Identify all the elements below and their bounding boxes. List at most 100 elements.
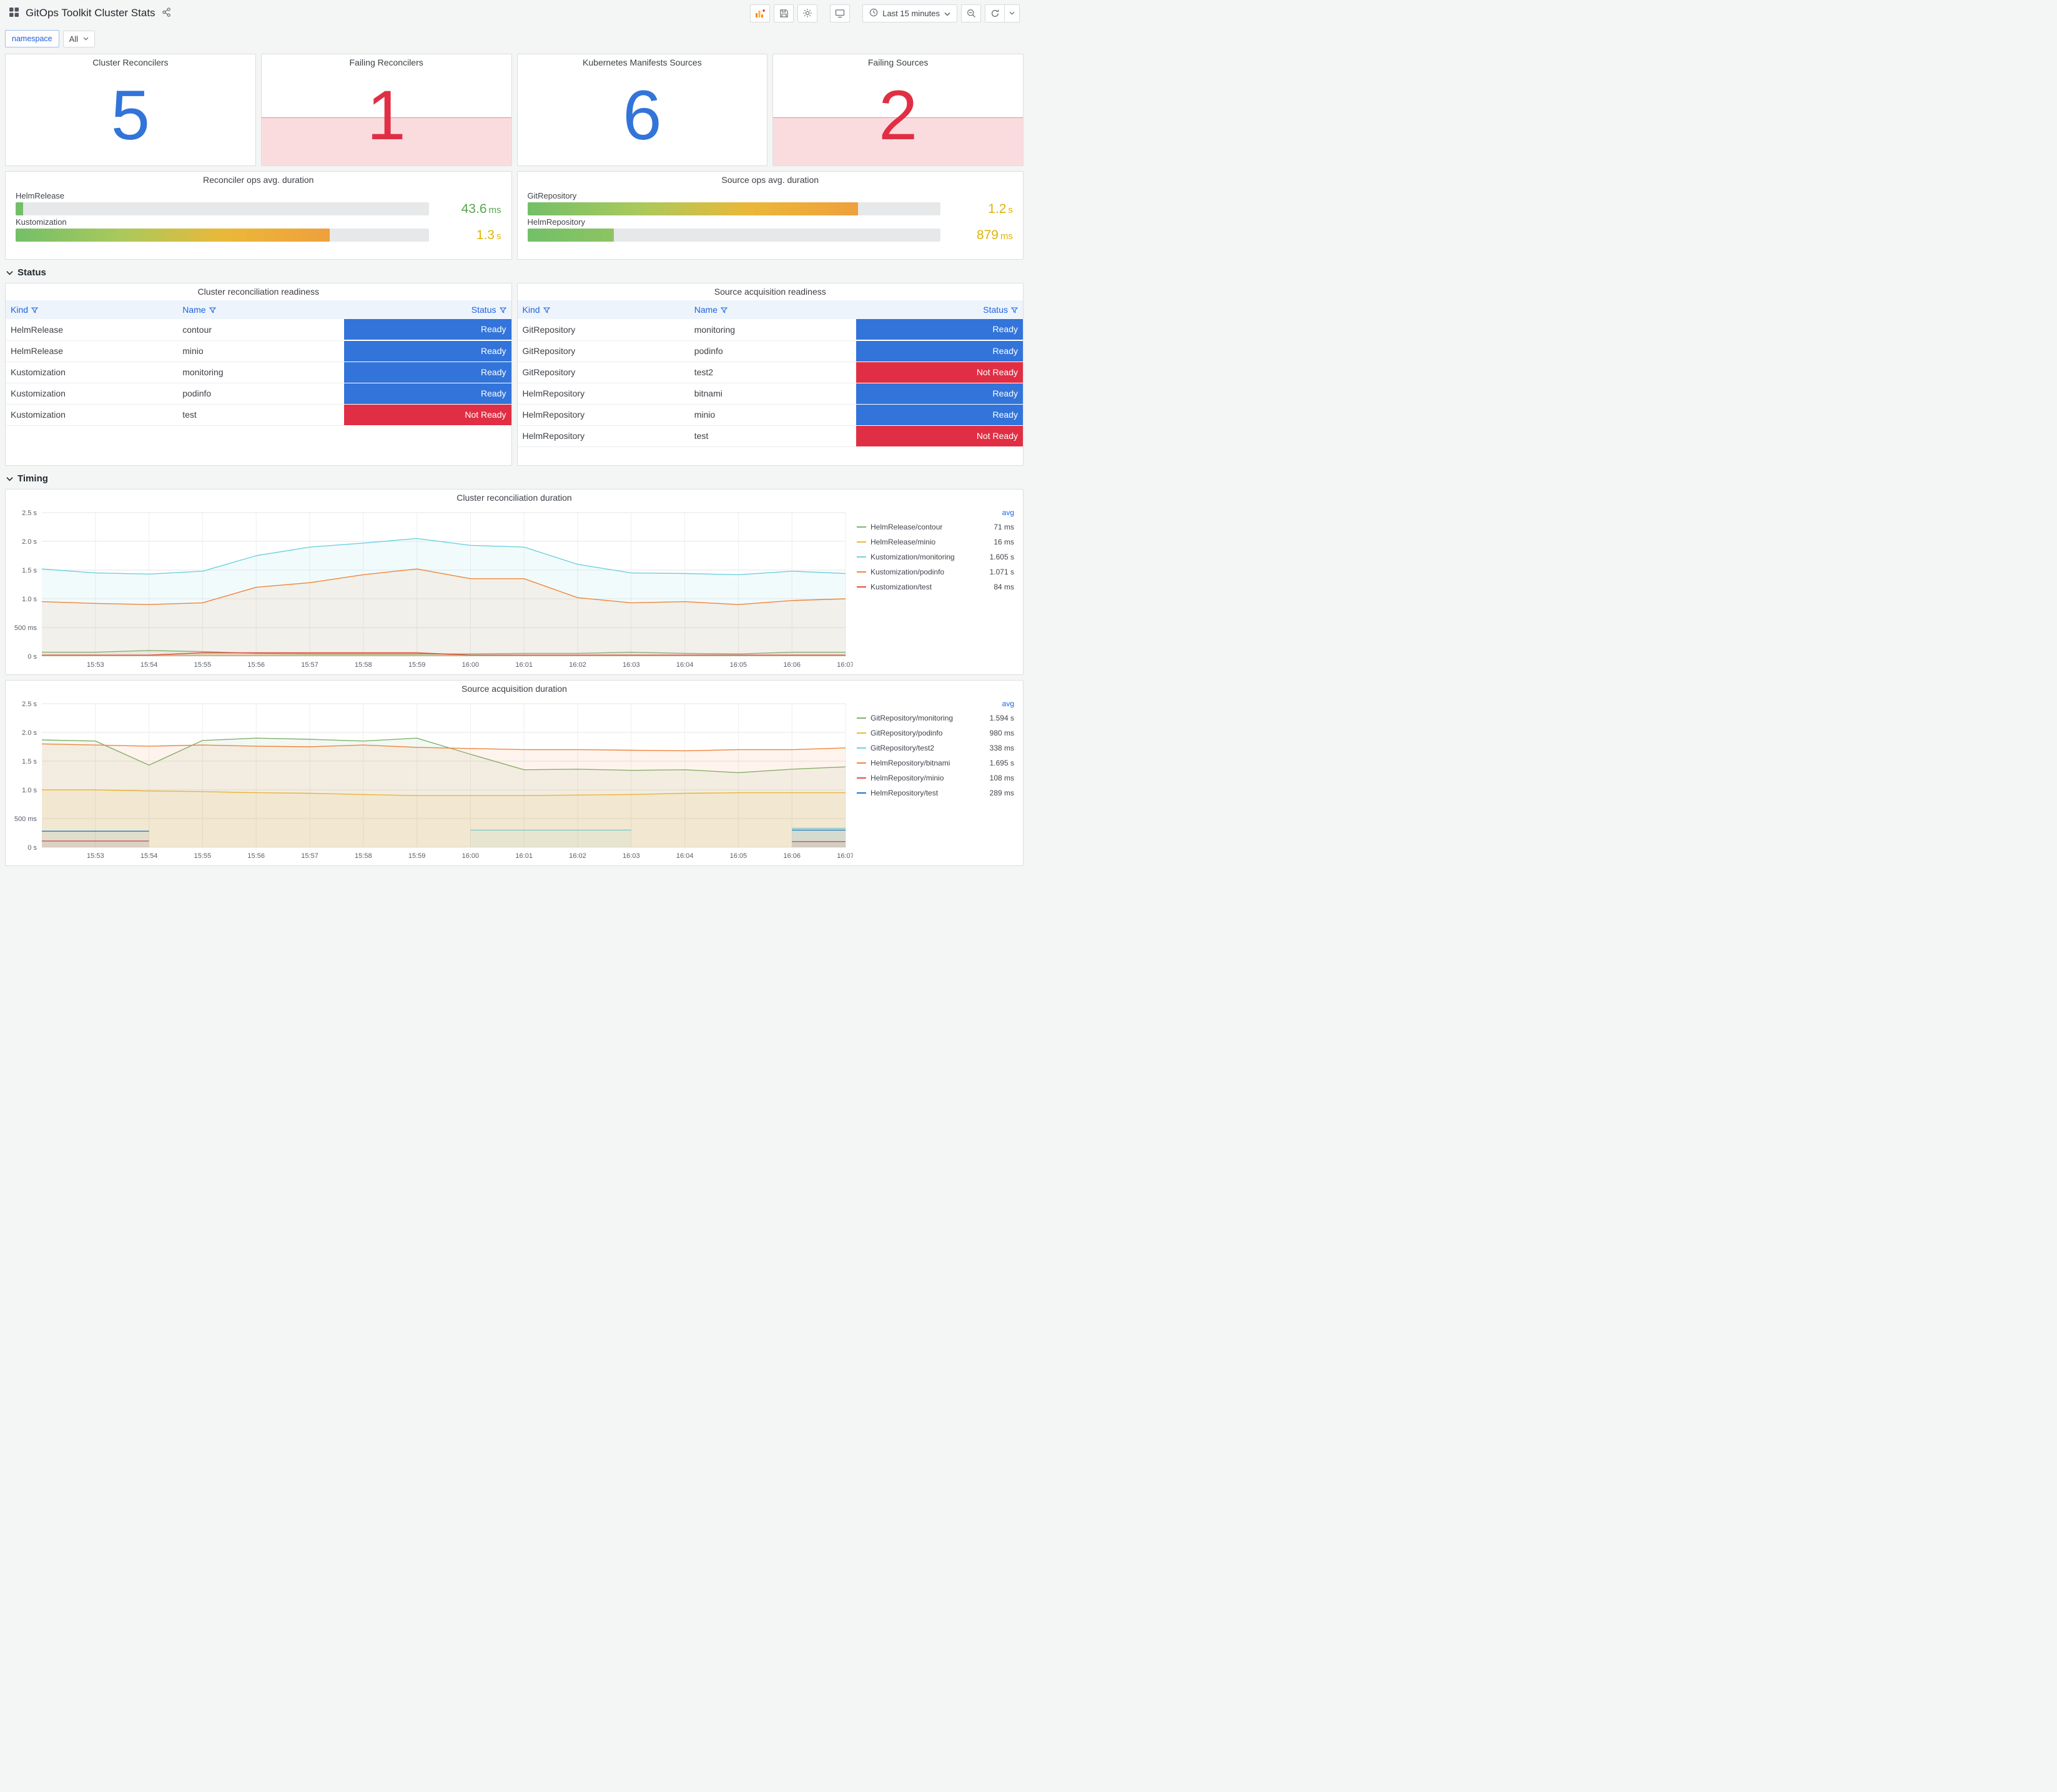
- section-title: Status: [17, 267, 46, 278]
- legend-item[interactable]: HelmRepository/minio 108 ms: [857, 770, 1014, 785]
- stat-value: 6: [623, 76, 662, 154]
- table-row: HelmRelease minio Ready: [6, 340, 511, 362]
- cell-name: podinfo: [689, 340, 856, 362]
- legend-item[interactable]: GitRepository/monitoring 1.594 s: [857, 711, 1014, 726]
- cell-name: minio: [689, 404, 856, 426]
- series-name: Kustomization/test: [871, 583, 932, 591]
- legend-item[interactable]: HelmRelease/contour 71 ms: [857, 519, 1014, 534]
- clock-icon: [869, 8, 878, 19]
- legend-item[interactable]: Kustomization/monitoring 1.605 s: [857, 549, 1014, 564]
- cell-kind: Kustomization: [6, 404, 178, 426]
- panel-title[interactable]: Cluster reconciliation duration: [6, 490, 1023, 506]
- panel-title[interactable]: Reconciler ops avg. duration: [6, 172, 511, 189]
- time-series-plot[interactable]: 0 s 500 ms 1.0 s 1.5 s 2.0 s 2.5 s 15:53 15:54 1…: [8, 506, 854, 671]
- panel-title[interactable]: Kubernetes Manifests Sources: [518, 54, 767, 71]
- chevron-down-icon: [6, 270, 13, 275]
- column-header-name[interactable]: Name: [689, 300, 856, 319]
- legend-item[interactable]: HelmRepository/test 289 ms: [857, 785, 1014, 800]
- series-color-dash: [857, 571, 866, 573]
- svg-text:16:02: 16:02: [569, 852, 586, 860]
- legend-avg-header[interactable]: avg: [857, 697, 1014, 711]
- cell-kind: HelmRepository: [517, 425, 689, 447]
- share-icon[interactable]: [162, 7, 171, 19]
- section-row-status[interactable]: Status: [5, 261, 1024, 283]
- dashboard-title[interactable]: GitOps Toolkit Cluster Stats: [26, 7, 155, 19]
- gauge-label: HelmRepository: [527, 217, 585, 227]
- add-panel-button[interactable]: [750, 4, 771, 22]
- status-badge: Ready: [856, 340, 1023, 362]
- svg-text:2.0 s: 2.0 s: [22, 729, 37, 737]
- cell-name: contour: [177, 319, 345, 341]
- legend-item[interactable]: Kustomization/test 84 ms: [857, 579, 1014, 594]
- zoom-out-button[interactable]: [961, 4, 981, 22]
- svg-text:0 s: 0 s: [27, 844, 37, 852]
- column-header-status[interactable]: Status: [344, 300, 511, 319]
- column-header-kind[interactable]: Kind: [6, 300, 178, 319]
- table-row: Kustomization podinfo Ready: [6, 383, 511, 405]
- column-header-kind[interactable]: Kind: [517, 300, 689, 319]
- svg-text:16:03: 16:03: [623, 661, 640, 669]
- gauge-track: [16, 202, 429, 215]
- column-header-name[interactable]: Name: [177, 300, 345, 319]
- legend-item[interactable]: GitRepository/test2 338 ms: [857, 741, 1014, 756]
- time-series-chart[interactable]: 0 s 500 ms 1.0 s 1.5 s 2.0 s 2.5 s 15:53 15:54 1…: [8, 506, 854, 671]
- panel-title[interactable]: Source acquisition readiness: [518, 283, 1024, 300]
- svg-text:16:06: 16:06: [783, 661, 801, 669]
- legend-item[interactable]: HelmRepository/bitnami 1.695 s: [857, 756, 1014, 770]
- svg-text:2.0 s: 2.0 s: [22, 538, 37, 546]
- time-series-plot[interactable]: 0 s 500 ms 1.0 s 1.5 s 2.0 s 2.5 s 15:53 15:54 1…: [8, 697, 854, 862]
- svg-text:15:58: 15:58: [355, 661, 372, 669]
- cell-kind: GitRepository: [517, 362, 689, 383]
- status-tables-row: Cluster reconciliation readiness Kind Na…: [5, 283, 1024, 466]
- table-row: GitRepository podinfo Ready: [517, 340, 1023, 362]
- table-row: Kustomization test Not Ready: [6, 404, 511, 426]
- panel-title[interactable]: Source acquisition duration: [6, 681, 1023, 697]
- panel-title[interactable]: Source ops avg. duration: [518, 172, 1024, 189]
- panel-title[interactable]: Failing Sources: [773, 54, 1023, 71]
- gauge-value: 43.6 ms: [461, 202, 501, 216]
- panel-title[interactable]: Failing Reconcilers: [262, 54, 511, 71]
- status-badge: Ready: [344, 319, 511, 340]
- section-title: Timing: [17, 473, 48, 484]
- section-row-timing[interactable]: Timing: [5, 467, 1024, 489]
- filter-icon: [209, 307, 216, 313]
- svg-text:2.5 s: 2.5 s: [22, 701, 37, 708]
- gauge-panels-row: Reconciler ops avg. duration HelmRelease…: [5, 171, 1024, 260]
- gauge-bar: [527, 229, 614, 242]
- table-row: HelmRepository bitnami Ready: [517, 383, 1023, 405]
- refresh-button[interactable]: [985, 4, 1005, 22]
- stat-value: 2: [878, 76, 918, 154]
- cell-status: Not Ready: [344, 404, 511, 426]
- cell-status: Ready: [856, 383, 1023, 405]
- series-color-dash: [857, 541, 866, 543]
- svg-text:1.5 s: 1.5 s: [22, 758, 37, 766]
- dashboards-grid-icon[interactable]: [9, 7, 19, 19]
- panel-title[interactable]: Cluster reconciliation readiness: [6, 283, 511, 300]
- gauge-row-helmrepository: HelmRepository 879 ms: [527, 217, 1013, 242]
- status-badge: Ready: [344, 340, 511, 362]
- tv-mode-button[interactable]: [830, 4, 851, 22]
- stat-panels-row: Cluster Reconcilers 5 Failing Reconciler…: [5, 54, 1024, 166]
- cell-name: test: [689, 425, 856, 447]
- cell-status: Ready: [344, 362, 511, 383]
- legend-item[interactable]: HelmRelease/minio 16 ms: [857, 534, 1014, 549]
- legend-avg-header[interactable]: avg: [857, 506, 1014, 519]
- refresh-interval-dropdown[interactable]: [1005, 4, 1020, 22]
- series-avg-value: 1.071 s: [989, 568, 1014, 576]
- column-header-status[interactable]: Status: [856, 300, 1023, 319]
- legend-item[interactable]: Kustomization/podinfo 1.071 s: [857, 564, 1014, 579]
- series-color-dash: [857, 777, 866, 779]
- svg-text:15:55: 15:55: [194, 661, 212, 669]
- time-series-chart[interactable]: 0 s 500 ms 1.0 s 1.5 s 2.0 s 2.5 s 15:53 15:54 1…: [8, 697, 854, 862]
- legend-item[interactable]: GitRepository/podinfo 980 ms: [857, 726, 1014, 741]
- cell-status: Ready: [344, 319, 511, 341]
- svg-text:16:07: 16:07: [837, 852, 853, 860]
- time-range-picker[interactable]: Last 15 minutes: [862, 4, 957, 22]
- save-dashboard-button[interactable]: [774, 4, 794, 22]
- panel-title[interactable]: Cluster Reconcilers: [6, 54, 255, 71]
- cell-status: Ready: [856, 340, 1023, 362]
- dashboard-settings-button[interactable]: [797, 4, 818, 22]
- filter-icon: [499, 307, 506, 313]
- variable-namespace-select[interactable]: All: [62, 30, 96, 47]
- series-avg-value: 84 ms: [994, 583, 1014, 591]
